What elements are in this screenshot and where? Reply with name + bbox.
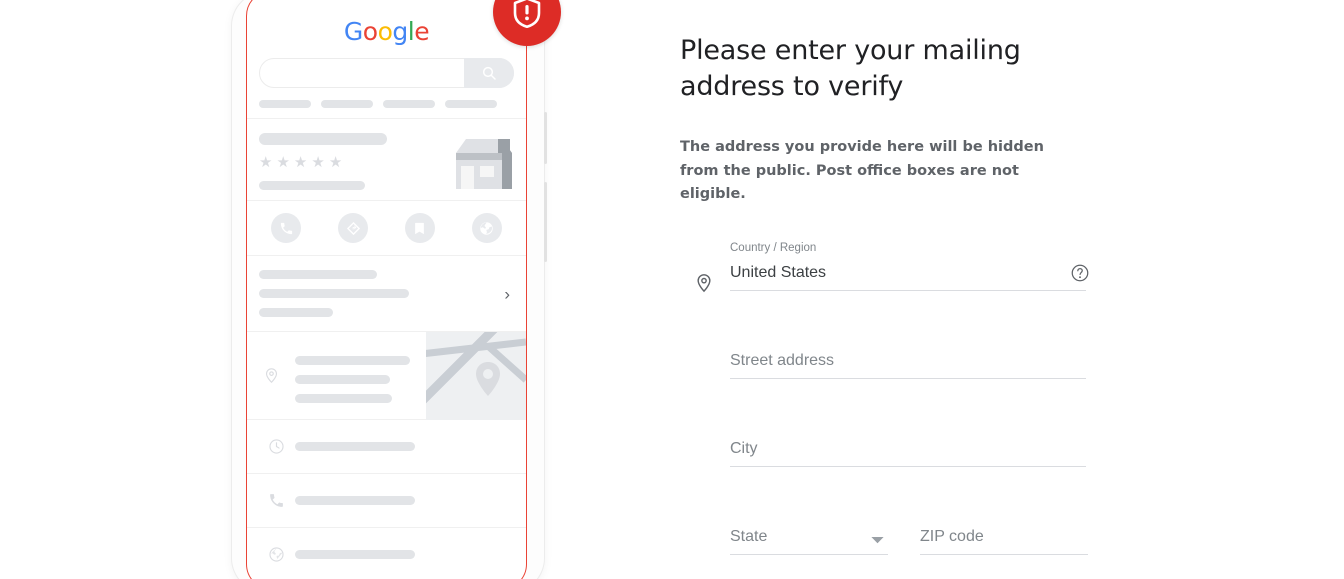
country-label: Country / Region <box>730 241 817 254</box>
page-root: Google ★ ★ ★ ★ ★ › Please enter your mai… <box>0 0 1344 579</box>
map-illustration <box>426 332 526 420</box>
country-value[interactable]: United States <box>730 254 1086 292</box>
phone-row[interactable] <box>247 473 526 527</box>
chip-placeholder[interactable] <box>321 100 373 108</box>
location-pin-icon <box>697 273 711 292</box>
logo-letter-e: e <box>414 17 430 46</box>
phone-side-button-upper <box>544 112 547 164</box>
list-line-placeholder <box>259 289 409 298</box>
chip-placeholder[interactable] <box>383 100 435 108</box>
address-fields: Country / Region United States Street ad… <box>680 241 1344 556</box>
shield-alert-icon <box>513 0 541 28</box>
city-field-group[interactable]: City <box>730 441 1086 468</box>
location-pin-icon <box>265 368 277 384</box>
star-icon: ★ <box>328 154 343 171</box>
clock-icon <box>268 439 284 454</box>
action-directions-button[interactable] <box>338 213 369 243</box>
state-zip-row: State ZIP code <box>730 529 1344 556</box>
website-placeholder <box>295 550 415 559</box>
chip-placeholder[interactable] <box>445 100 497 108</box>
logo-letter-o2: o <box>377 17 393 46</box>
share-icon <box>480 221 493 235</box>
logo-letter-o1: o <box>362 17 378 46</box>
phone-mockup-column: Google ★ ★ ★ ★ ★ › <box>0 0 600 579</box>
state-select[interactable]: State <box>730 529 888 556</box>
action-share-button[interactable] <box>471 213 502 243</box>
street-address-input[interactable]: Street address <box>730 353 1086 380</box>
address-line-placeholder <box>295 394 392 403</box>
hours-placeholder <box>295 442 415 451</box>
google-logo: Google <box>247 0 526 44</box>
street-field-group[interactable]: Street address <box>730 353 1086 380</box>
action-save-button[interactable] <box>404 213 435 243</box>
storefront-icon <box>456 139 512 189</box>
chevron-right-icon[interactable]: › <box>504 285 510 302</box>
state-field-group[interactable]: State <box>730 529 888 556</box>
logo-letter-g2: g <box>392 17 408 46</box>
chip-placeholder[interactable] <box>259 100 311 108</box>
zip-field-group[interactable]: ZIP code <box>920 529 1088 556</box>
list-line-placeholder <box>259 270 377 279</box>
phone-screen: Google ★ ★ ★ ★ ★ › <box>246 0 527 579</box>
search-icon <box>482 66 496 80</box>
chevron-down-icon[interactable] <box>871 536 884 544</box>
star-icon: ★ <box>293 154 308 171</box>
help-circle-icon[interactable] <box>1070 263 1090 283</box>
address-icon-wrap <box>247 332 295 419</box>
page-title: Please enter your mailing address to ver… <box>680 35 1021 103</box>
phone-icon <box>269 494 283 507</box>
phone-icon-wrap <box>257 492 295 509</box>
list-line-placeholder <box>259 308 333 317</box>
address-row[interactable] <box>247 331 526 420</box>
business-name-placeholder <box>259 133 387 145</box>
phone-side-button-lower <box>544 182 547 262</box>
logo-letter-g1: G <box>343 17 363 46</box>
star-icon: ★ <box>259 154 273 171</box>
globe-icon <box>268 547 284 562</box>
business-card: ★ ★ ★ ★ ★ <box>247 118 526 200</box>
phone-search-button[interactable] <box>464 58 514 88</box>
action-button-row <box>247 200 526 255</box>
phone-filter-chips <box>247 88 526 118</box>
star-icon: ★ <box>276 154 290 171</box>
detail-list-row[interactable]: › <box>247 255 526 331</box>
city-input[interactable]: City <box>730 441 1086 468</box>
address-form-panel: Please enter your mailing address to ver… <box>680 0 1344 579</box>
phone-search-bar[interactable] <box>259 58 514 88</box>
address-line-placeholder <box>295 356 410 365</box>
action-call-button[interactable] <box>271 213 302 243</box>
mini-map[interactable] <box>426 332 526 420</box>
star-icon: ★ <box>311 154 325 171</box>
page-description: The address you provide here will be hid… <box>680 139 1044 203</box>
website-row[interactable] <box>247 527 526 579</box>
business-subtitle-placeholder <box>259 181 365 190</box>
hours-row[interactable] <box>247 419 526 473</box>
address-line-placeholder <box>295 375 390 384</box>
country-field-group[interactable]: Country / Region United States <box>730 241 1089 292</box>
directions-icon <box>346 221 360 235</box>
phone-placeholder <box>295 496 415 505</box>
phone-icon <box>280 222 292 234</box>
zip-code-input[interactable]: ZIP code <box>920 529 1088 556</box>
website-icon-wrap <box>257 546 295 563</box>
bookmark-icon <box>415 222 425 234</box>
hours-icon-wrap <box>257 438 295 455</box>
